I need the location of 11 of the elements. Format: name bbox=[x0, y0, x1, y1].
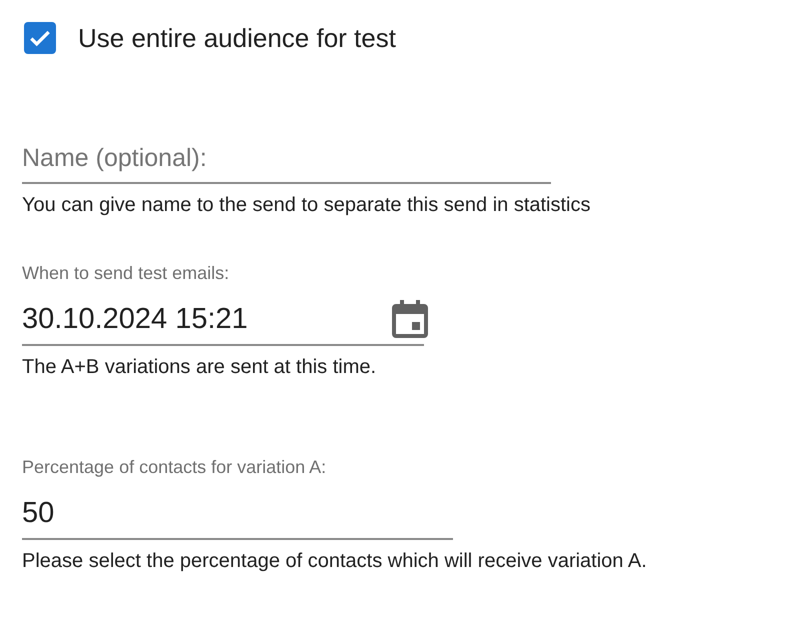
percentage-field[interactable]: 50 bbox=[22, 496, 453, 530]
field-label: When to send test emails: bbox=[22, 263, 230, 284]
helper-text: Please select the percentage of contacts which will receive variation A. bbox=[22, 550, 648, 573]
helper-text: You can give name to the send to separate this send in statistics bbox=[22, 194, 592, 217]
calendar-icon[interactable] bbox=[392, 300, 428, 338]
checkbox-label: Use entire audience for test bbox=[78, 22, 396, 54]
date-time-field[interactable]: 30.10.2024 15:21 bbox=[22, 302, 392, 336]
field-label: Percentage of contacts for variation A: bbox=[22, 457, 328, 478]
helper-text: The A+B variations are sent at this time. bbox=[22, 356, 378, 379]
name-field[interactable]: Name (optional): bbox=[22, 140, 551, 174]
checkbox[interactable] bbox=[24, 22, 56, 54]
